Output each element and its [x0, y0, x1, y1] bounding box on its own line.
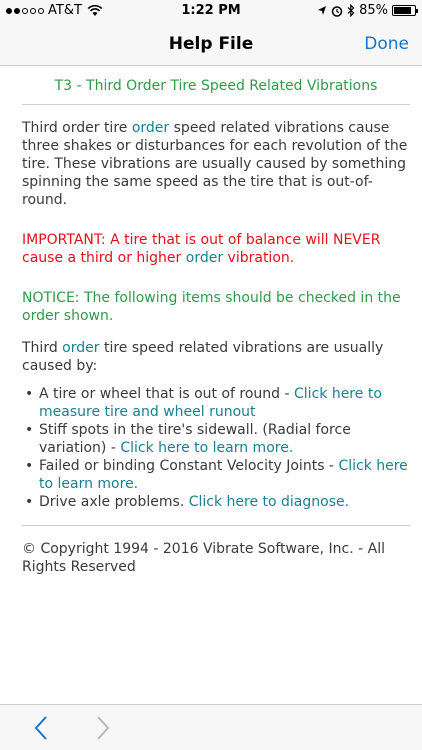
forward-chevron-icon[interactable]: [90, 715, 114, 741]
order-link[interactable]: order: [132, 120, 169, 136]
caused-text-a: Third: [22, 340, 63, 356]
navigation-bar: Help File Done: [0, 22, 422, 66]
copyright-text: © Copyright 1994 - 2016 Vibrate Software…: [22, 525, 410, 576]
intro-text-a: Third order tire: [22, 120, 132, 136]
learn-more-link[interactable]: Click here to learn more.: [120, 440, 293, 456]
status-bar: AT&T 1:22 PM 85%: [0, 0, 422, 22]
list-item-text: A tire or wheel that is out of round -: [39, 386, 295, 402]
document-title: T3 - Third Order Tire Speed Related Vibr…: [22, 66, 410, 105]
list-item-text: Drive axle problems.: [39, 494, 189, 510]
location-icon: [318, 5, 327, 15]
bottom-toolbar: [0, 704, 422, 750]
done-button[interactable]: Done: [364, 34, 409, 54]
intro-paragraph: Third order tire order speed related vib…: [22, 119, 410, 209]
battery-icon: [392, 5, 418, 16]
order-link[interactable]: order: [186, 250, 223, 266]
list-item-text: Failed or binding Constant Velocity Join…: [39, 458, 339, 474]
help-content: T3 - Third Order Tire Speed Related Vibr…: [22, 66, 410, 576]
back-chevron-icon[interactable]: [30, 715, 54, 741]
important-paragraph: IMPORTANT: A tire that is out of balance…: [22, 231, 410, 267]
caused-by-paragraph: Third order tire speed related vibration…: [22, 339, 410, 375]
list-item: Stiff spots in the tire's sidewall. (Rad…: [22, 421, 410, 457]
status-right: 85%: [317, 3, 418, 18]
list-item: Failed or binding Constant Velocity Join…: [22, 457, 410, 493]
causes-list: A tire or wheel that is out of round - C…: [22, 385, 410, 511]
copyright-section: © Copyright 1994 - 2016 Vibrate Software…: [22, 525, 410, 576]
notice-paragraph: NOTICE: The following items should be ch…: [22, 290, 401, 324]
page-title: Help File: [168, 34, 254, 54]
important-text-b: vibration.: [223, 250, 295, 266]
order-link[interactable]: order: [62, 340, 99, 356]
battery-percent: 85%: [359, 3, 388, 18]
alarm-icon: [331, 5, 343, 17]
list-item: Drive axle problems. Click here to diagn…: [22, 493, 410, 511]
battery-fill: [394, 7, 411, 14]
diagnose-link[interactable]: Click here to diagnose.: [189, 494, 349, 510]
bluetooth-icon: [347, 4, 355, 17]
list-item: A tire or wheel that is out of round - C…: [22, 385, 410, 421]
